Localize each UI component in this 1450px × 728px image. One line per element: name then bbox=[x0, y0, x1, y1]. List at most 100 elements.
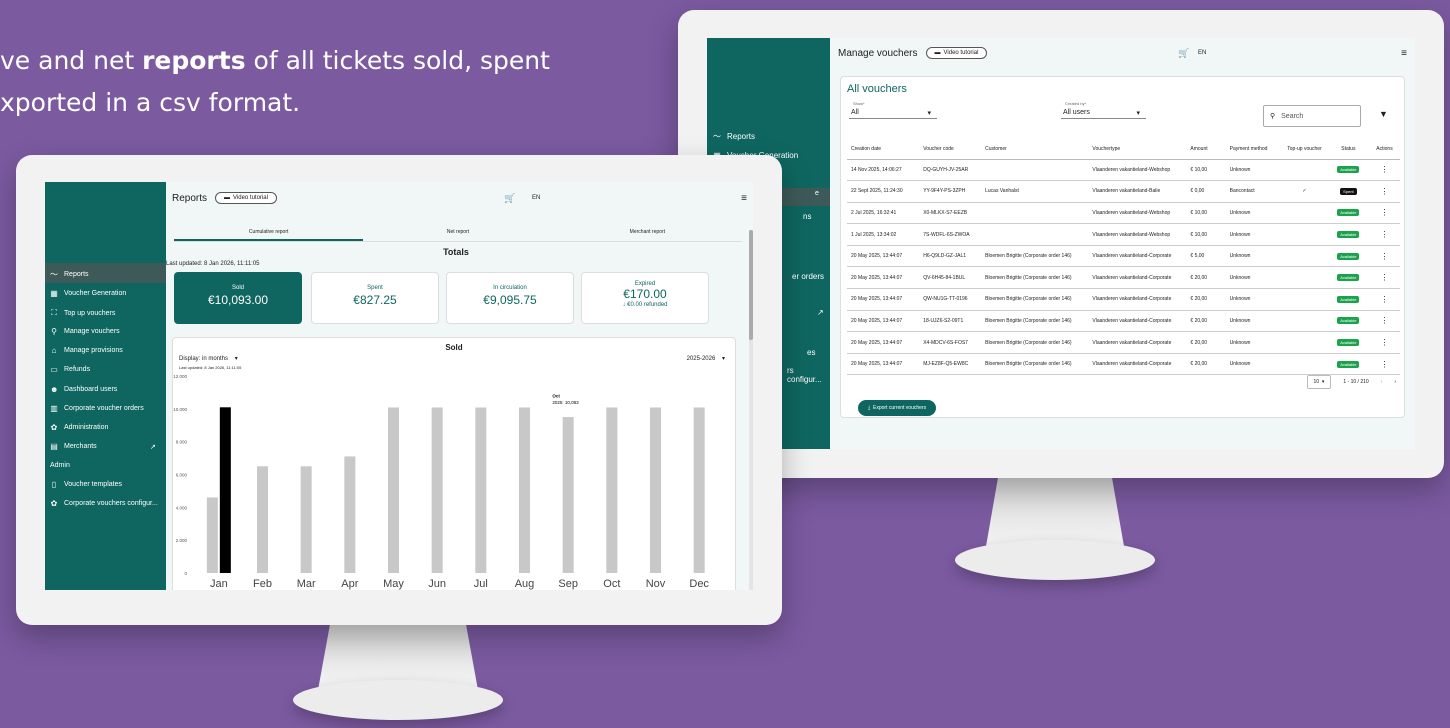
cart-icon[interactable]: 🛒 bbox=[504, 193, 515, 204]
column-header[interactable]: Top-up voucher bbox=[1281, 139, 1328, 160]
table-row[interactable]: 20 May 2025, 13:44:07 18-UJZ6-S2-09T1 Bloe… bbox=[847, 310, 1400, 333]
bar-aug[interactable] bbox=[519, 407, 530, 573]
x-tick-label: Dec bbox=[689, 578, 709, 590]
bar-jun[interactable] bbox=[431, 407, 443, 573]
display-select[interactable]: Display: in months ▾ bbox=[179, 355, 238, 362]
bar-apr[interactable] bbox=[344, 456, 356, 573]
sidebar-item-manage-vouchers[interactable]: ⚲ Manage vouchers bbox=[50, 327, 120, 336]
sidebar-item-reports[interactable]: 〜 Reports bbox=[713, 131, 755, 142]
bar-jul[interactable] bbox=[475, 407, 487, 573]
menu-icon[interactable]: ≡ bbox=[1401, 48, 1407, 59]
export-button[interactable]: ⤓ Export current vouchers bbox=[858, 400, 937, 416]
row-actions-icon[interactable]: ⋮ bbox=[1369, 245, 1400, 268]
table-row[interactable]: 20 May 2025, 13:44:07 QW-NU1G-TT-0196 Bloe… bbox=[847, 288, 1400, 311]
chevron-left-icon[interactable]: ‹ bbox=[1381, 379, 1383, 385]
front-monitor: 〜 Reports ▦ Voucher Generation ⛶ Top up vou… bbox=[16, 155, 782, 625]
sidebar-item-corporate-orders[interactable]: ▥ Corporate voucher orders bbox=[50, 404, 144, 413]
bar-sep[interactable] bbox=[562, 417, 574, 573]
payment-cell: Unknown bbox=[1225, 266, 1282, 290]
row-actions-icon[interactable]: ⋮ bbox=[1369, 159, 1400, 182]
x-tick-label: Jun bbox=[428, 578, 446, 590]
tooltip-month: Oct bbox=[552, 393, 560, 398]
language-select[interactable]: EN bbox=[1198, 50, 1206, 56]
sidebar-item-voucher-generation[interactable]: ▦Voucher Generation bbox=[50, 289, 126, 298]
x-tick-label: May bbox=[383, 578, 404, 590]
filter-icon[interactable]: ▼ bbox=[1379, 109, 1388, 119]
sidebar-item-refunds[interactable]: ▭ Refunds bbox=[50, 365, 90, 374]
show-select[interactable]: Show* All ▾ bbox=[849, 101, 937, 119]
trend-icon: 〜 bbox=[713, 132, 721, 141]
bar-mar[interactable] bbox=[300, 466, 312, 573]
table-row[interactable]: 1 Jul 2025, 13:34:02 7S-WDFL-6S-ZWOA Vlaan… bbox=[847, 223, 1400, 246]
chevron-down-icon: ▾ bbox=[1136, 110, 1140, 117]
amount-cell: € 20,00 bbox=[1186, 288, 1226, 311]
sidebar-item-merchants[interactable]: ▤ Merchants ↗ bbox=[50, 442, 156, 451]
search-input[interactable]: ⚲ Search bbox=[1263, 105, 1361, 127]
sidebar-item-voucher-templates[interactable]: ▯ Voucher templates bbox=[50, 480, 122, 489]
customer-cell bbox=[981, 223, 1089, 246]
row-actions-icon[interactable]: ⋮ bbox=[1369, 310, 1400, 333]
column-header[interactable]: Status bbox=[1327, 139, 1369, 160]
sidebar-item-reports[interactable]: 〜 Reports bbox=[50, 269, 89, 280]
bar-feb[interactable] bbox=[257, 466, 268, 573]
sidebar-item-corporate-config[interactable]: ✿ Corporate vouchers configur... bbox=[50, 499, 158, 508]
row-actions-icon[interactable]: ⋮ bbox=[1369, 353, 1400, 376]
scrollbar[interactable] bbox=[749, 230, 753, 590]
bar-oct[interactable] bbox=[606, 407, 618, 573]
chevron-right-icon[interactable]: › bbox=[1394, 379, 1396, 385]
row-actions-icon[interactable]: ⋮ bbox=[1369, 266, 1400, 290]
sidebar-item-fragment: ns bbox=[803, 212, 812, 221]
tab-cumulative[interactable]: Cumulative report bbox=[174, 224, 364, 241]
column-header[interactable]: Creation date bbox=[847, 139, 920, 160]
video-tutorial-button[interactable]: ▬ Video tutorial bbox=[925, 47, 988, 59]
rows-per-page-select[interactable]: 10 ▾ bbox=[1306, 375, 1332, 389]
topup-cell bbox=[1281, 353, 1328, 376]
tab-merchant[interactable]: Merchant report bbox=[553, 224, 742, 241]
scrollbar-thumb[interactable] bbox=[749, 230, 753, 340]
column-header[interactable]: Payment method bbox=[1225, 139, 1282, 160]
sidebar-item-manage-provisions[interactable]: ⌂ Manage provisions bbox=[50, 346, 123, 355]
tab-net[interactable]: Net report bbox=[363, 224, 552, 241]
row-actions-icon[interactable]: ⋮ bbox=[1369, 223, 1400, 246]
column-header[interactable]: Vouchertype bbox=[1088, 139, 1187, 160]
customer-cell: Bloemen Brigitte (Corporate order 146) bbox=[981, 353, 1089, 376]
table-row[interactable]: 20 May 2025, 13:44:07 H6-Q9LD-GZ-JAL1 Bloe… bbox=[847, 245, 1400, 268]
video-tutorial-button[interactable]: ▬ Video tutorial bbox=[215, 192, 277, 204]
date-cell: 1 Jul 2025, 13:34:02 bbox=[847, 223, 920, 246]
table-row[interactable]: 20 May 2025, 13:44:07 QV-6H45-84-1BUL Bloe… bbox=[847, 266, 1400, 290]
sidebar-item-administration[interactable]: ✿ Administration bbox=[50, 423, 109, 432]
table-row[interactable]: 20 May 2025, 13:44:07 X4-MDCV-6S-FOS7 Bloe… bbox=[847, 331, 1400, 354]
sidebar-item-top-up[interactable]: ⛶ Top up vouchers bbox=[50, 308, 115, 318]
table-row[interactable]: 20 May 2025, 13:44:07 MJ-EZ8F-Q5-EW8C Bloe… bbox=[847, 353, 1400, 376]
code-cell: YY-9F4Y-PS-3ZPH bbox=[919, 180, 982, 203]
row-actions-icon[interactable]: ⋮ bbox=[1369, 180, 1400, 203]
kpi-in-circulation: In circulation €9,095.75 bbox=[446, 272, 574, 324]
x-tick-label: Apr bbox=[341, 578, 358, 590]
table-row[interactable]: 2 Jul 2025, 16:32:41 X0-MLKX-S7-EEZB Vlaan… bbox=[847, 202, 1400, 225]
status-badge: Available bbox=[1337, 231, 1360, 239]
status-badge: Available bbox=[1337, 295, 1360, 303]
bar-dec[interactable] bbox=[693, 407, 705, 573]
bar-jan[interactable] bbox=[206, 497, 218, 573]
year-select[interactable]: 2025-2026 ▾ bbox=[687, 355, 725, 362]
bar-jan[interactable] bbox=[219, 407, 231, 573]
menu-icon[interactable]: ≡ bbox=[741, 193, 747, 204]
amount-cell: € 10,00 bbox=[1186, 202, 1226, 225]
row-actions-icon[interactable]: ⋮ bbox=[1369, 288, 1400, 311]
table-row[interactable]: 14 Nov 2025, 14:06:27 DQ-GUYH-JV-25AR Vlaa… bbox=[847, 159, 1400, 182]
created-by-select[interactable]: Created by* All users ▾ bbox=[1061, 101, 1146, 119]
language-select[interactable]: EN bbox=[532, 195, 540, 201]
type-cell: Vlaanderen vakantieland-Corporate bbox=[1088, 310, 1187, 333]
table-row[interactable]: 22 Sept 2025, 11:24:30 YY-9F4Y-PS-3ZPH Luc… bbox=[847, 180, 1400, 203]
bar-nov[interactable] bbox=[650, 407, 661, 573]
bar-may[interactable] bbox=[388, 407, 399, 573]
status-cell: Spent bbox=[1327, 180, 1369, 203]
sidebar-item-dashboard-users[interactable]: ☻ Dashboard users bbox=[50, 385, 117, 394]
column-header[interactable]: Customer bbox=[981, 139, 1089, 160]
row-actions-icon[interactable]: ⋮ bbox=[1369, 331, 1400, 354]
row-actions-icon[interactable]: ⋮ bbox=[1369, 202, 1400, 225]
amount-cell: € 20,00 bbox=[1186, 331, 1226, 354]
cart-icon[interactable]: 🛒 bbox=[1178, 48, 1189, 59]
column-header[interactable]: Amount bbox=[1186, 139, 1226, 160]
column-header[interactable]: Voucher code bbox=[919, 139, 982, 160]
